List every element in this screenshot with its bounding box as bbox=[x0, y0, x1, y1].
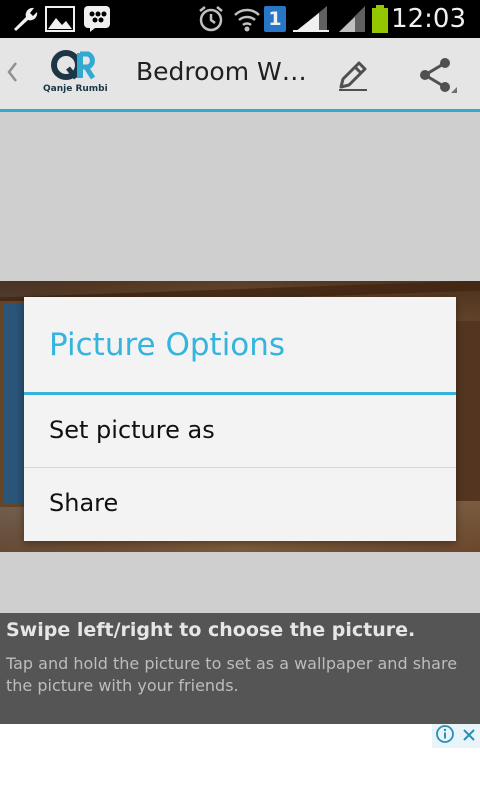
option-label: Set picture as bbox=[49, 416, 215, 444]
ad-banner[interactable] bbox=[0, 724, 480, 800]
option-label: Share bbox=[49, 489, 119, 517]
instruction-title: Swipe left/right to choose the picture. bbox=[6, 619, 416, 641]
instruction-panel: Swipe left/right to choose the picture. … bbox=[0, 613, 480, 724]
set-picture-as-option[interactable]: Set picture as bbox=[24, 395, 456, 467]
ad-controls bbox=[432, 724, 480, 748]
picture-options-dialog: Picture Options Set picture as Share bbox=[24, 297, 456, 541]
instruction-text: Tap and hold the picture to set as a wal… bbox=[6, 654, 458, 695]
close-icon[interactable] bbox=[462, 727, 476, 746]
info-icon[interactable] bbox=[436, 725, 454, 747]
share-option[interactable]: Share bbox=[24, 468, 456, 540]
dialog-title: Picture Options bbox=[49, 327, 286, 363]
